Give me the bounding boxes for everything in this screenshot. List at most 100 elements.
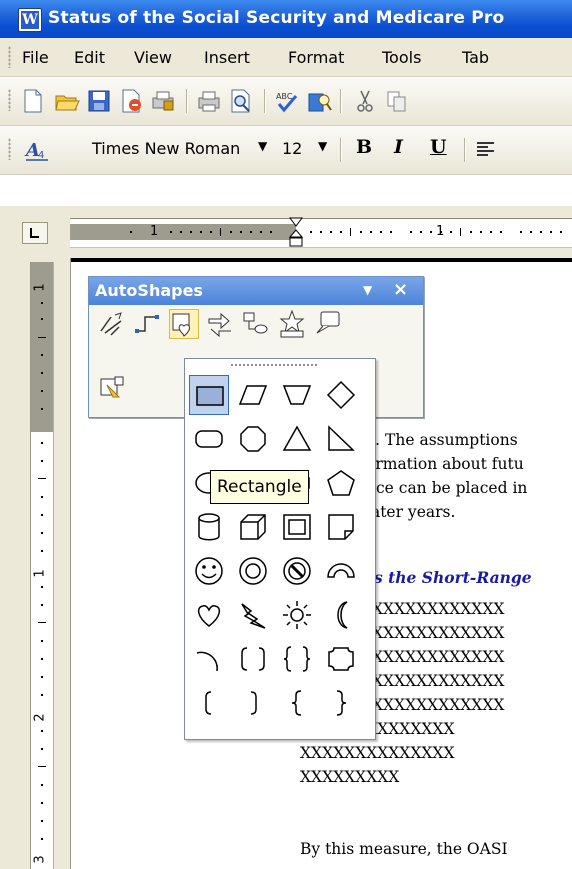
document-line: XXXXXXXXXXXXXX (300, 744, 455, 762)
heart-shape-icon[interactable] (189, 595, 229, 635)
close-icon[interactable]: × (393, 279, 408, 300)
toolbar-separator (186, 89, 188, 113)
flowchart-icon[interactable] (241, 309, 271, 339)
lines-icon[interactable] (97, 309, 127, 339)
menu-bar: File Edit View Insert Format Tools Tab (0, 38, 572, 77)
research-icon[interactable] (306, 88, 332, 114)
align-left-icon[interactable] (474, 137, 500, 163)
basic-shapes-palette (184, 358, 376, 740)
cut-icon[interactable] (352, 88, 378, 114)
window-title: Status of the Social Security and Medica… (48, 8, 505, 28)
document-line: XXXXXXXXXXXX (372, 696, 505, 714)
toolbar-grip[interactable] (8, 89, 11, 111)
title-bar: W Status of the Social Security and Medi… (0, 0, 572, 38)
print-icon[interactable] (196, 88, 222, 114)
no-symbol-shape-icon[interactable] (277, 551, 317, 591)
autoshapes-title: AutoShapes (95, 281, 203, 300)
toolbar-separator (340, 89, 342, 113)
folded-corner-shape-icon[interactable] (321, 507, 361, 547)
menu-grip[interactable] (8, 46, 11, 68)
rounded-rectangle-shape-icon[interactable] (189, 419, 229, 459)
menu-table[interactable]: Tab (462, 48, 489, 67)
document-line: XXXXXXXXXXXX (372, 624, 505, 642)
trapezoid-shape-icon[interactable] (277, 375, 317, 415)
tab-stop-selector[interactable] (22, 222, 48, 244)
toolbar-grip[interactable] (8, 138, 11, 160)
font-name-field[interactable]: Times New Roman (92, 139, 240, 158)
cube-shape-icon[interactable] (233, 507, 273, 547)
block-arrows-icon[interactable] (205, 309, 235, 339)
pentagon-shape-icon[interactable] (321, 463, 361, 503)
menu-insert[interactable]: Insert (204, 48, 250, 67)
left-brace-shape-icon[interactable] (277, 683, 317, 723)
ruler-label: 1 (436, 224, 445, 239)
font-name-dropdown-arrow-icon[interactable]: ▼ (258, 139, 267, 153)
document-line: nce can be placed in (366, 479, 528, 497)
document-line: ormation about futu (366, 455, 524, 473)
font-size-field[interactable]: 12 (282, 139, 302, 158)
underline-button[interactable]: U (430, 136, 447, 158)
octagon-shape-icon[interactable] (233, 419, 273, 459)
right-brace-shape-icon[interactable] (321, 683, 361, 723)
formatting-toolbar: A4 Times New Roman ▼ 12 ▼ B I U (0, 126, 572, 175)
toolbar-separator (464, 138, 466, 162)
word-app-icon[interactable]: W (18, 8, 42, 32)
toolbar-separator (340, 138, 342, 162)
spelling-icon[interactable]: ABC (274, 88, 300, 114)
autoshapes-titlebar[interactable]: AutoShapes ▼ × (89, 277, 423, 305)
save-icon[interactable] (86, 88, 112, 114)
document-line: XXXXXXXXXXXX (372, 600, 505, 618)
horizontal-ruler[interactable]: 1 1 (70, 217, 572, 249)
bevel-shape-icon[interactable] (277, 507, 317, 547)
more-autoshapes-icon[interactable] (97, 373, 127, 403)
menu-edit[interactable]: Edit (74, 48, 105, 67)
menu-tools[interactable]: Tools (382, 48, 421, 67)
basic-shapes-icon[interactable] (169, 309, 199, 339)
new-document-icon[interactable] (20, 88, 46, 114)
open-folder-icon[interactable] (54, 88, 80, 114)
ruler-label: 1 (150, 224, 159, 239)
document-line: XXXXXXXXXXXX (372, 648, 505, 666)
toolbar-options-icon[interactable]: ▼ (363, 283, 372, 297)
indent-markers-icon[interactable] (288, 217, 304, 249)
right-triangle-shape-icon[interactable] (321, 419, 361, 459)
menu-view[interactable]: View (134, 48, 172, 67)
menu-format[interactable]: Format (288, 48, 344, 67)
print-preview-icon[interactable] (228, 88, 254, 114)
moon-shape-icon[interactable] (321, 595, 361, 635)
copy-icon[interactable] (384, 88, 410, 114)
palette-drag-handle[interactable] (230, 363, 318, 368)
bold-button[interactable]: B (356, 136, 372, 158)
can-shape-icon[interactable] (189, 507, 229, 547)
parallelogram-shape-icon[interactable] (233, 375, 273, 415)
italic-button[interactable]: I (394, 136, 403, 158)
triangle-shape-icon[interactable] (277, 419, 317, 459)
menu-file[interactable]: File (22, 48, 49, 67)
connectors-icon[interactable] (133, 309, 163, 339)
sun-shape-icon[interactable] (277, 595, 317, 635)
styles-icon[interactable]: A4 (24, 136, 50, 162)
double-bracket-shape-icon[interactable] (233, 639, 273, 679)
left-bracket-shape-icon[interactable] (189, 683, 229, 723)
page-top-edge (71, 258, 572, 262)
plaque-shape-icon[interactable] (321, 639, 361, 679)
toolbar-separator (264, 89, 266, 113)
double-brace-shape-icon[interactable] (277, 639, 317, 679)
stars-banners-icon[interactable] (277, 309, 307, 339)
document-line: By this measure, the OASI (300, 840, 508, 858)
donut-shape-icon[interactable] (233, 551, 273, 591)
document-line: e. The assumptions (366, 431, 518, 449)
print-lock-icon[interactable] (150, 88, 176, 114)
arc-shape-icon[interactable] (189, 639, 229, 679)
standard-toolbar: ABC (0, 77, 572, 126)
font-size-dropdown-arrow-icon[interactable]: ▼ (318, 139, 327, 153)
permission-icon[interactable] (118, 88, 144, 114)
block-arc-shape-icon[interactable] (321, 551, 361, 591)
lightning-bolt-shape-icon[interactable] (233, 595, 273, 635)
rectangle-shape-icon[interactable] (189, 375, 229, 415)
right-bracket-shape-icon[interactable] (233, 683, 273, 723)
vertical-ruler[interactable]: 1 1 2 3 (30, 262, 54, 869)
callouts-icon[interactable] (313, 309, 343, 339)
smiley-face-shape-icon[interactable] (189, 551, 229, 591)
diamond-shape-icon[interactable] (321, 375, 361, 415)
